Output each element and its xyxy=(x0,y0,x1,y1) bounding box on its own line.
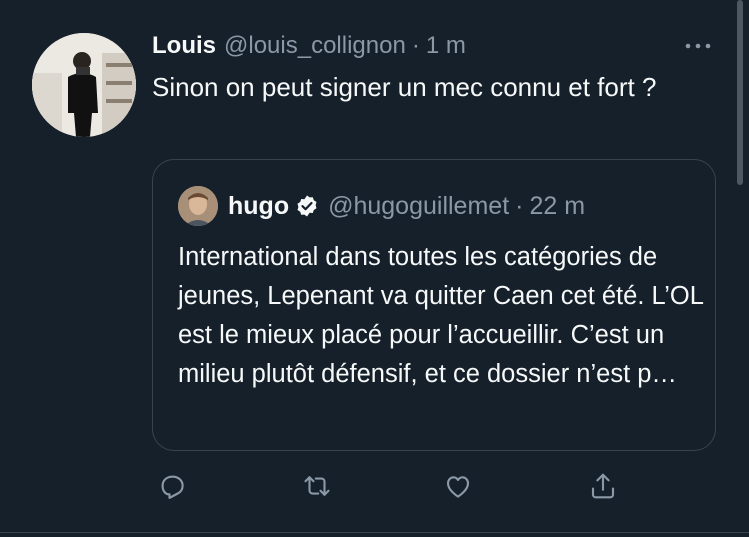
tweet-text: Sinon on peut signer un mec connu et for… xyxy=(152,72,657,102)
scrollbar[interactable] xyxy=(737,0,743,185)
separator-dot: · xyxy=(515,191,524,220)
share-button[interactable] xyxy=(583,466,623,506)
divider xyxy=(0,532,749,533)
more-horizontal-icon xyxy=(685,43,711,49)
retweet-icon xyxy=(304,476,330,496)
user-photo-avatar xyxy=(178,186,218,226)
quoted-tweet-text: International dans toutes les catégories… xyxy=(178,243,704,388)
quoted-author-name[interactable]: hugo xyxy=(228,192,289,221)
quoted-tweet-header: hugo @hugoguillemet · 22 m xyxy=(228,188,585,224)
like-button[interactable] xyxy=(438,466,478,506)
quoted-tweet-time[interactable]: 22 m xyxy=(529,192,585,221)
tweet-actions xyxy=(0,466,749,506)
retweet-button[interactable] xyxy=(297,466,337,506)
quoted-author-avatar[interactable] xyxy=(178,186,218,226)
author-name[interactable]: Louis xyxy=(152,32,216,60)
reply-button[interactable] xyxy=(152,466,192,506)
tweet-time[interactable]: 1 m xyxy=(426,32,466,60)
author-handle[interactable]: @louis_collignon xyxy=(224,32,406,60)
quoted-tweet[interactable]: hugo @hugoguillemet · 22 m International… xyxy=(152,159,716,451)
like-icon xyxy=(446,476,470,498)
tweet-header: Louis @louis_collignon · 1 m xyxy=(152,30,466,62)
user-photo-avatar xyxy=(32,33,136,137)
separator-dot: · xyxy=(411,32,420,59)
quoted-author-handle[interactable]: @hugoguillemet xyxy=(328,192,509,221)
verified-badge-icon xyxy=(297,195,317,217)
reply-icon xyxy=(161,475,184,499)
author-avatar[interactable] xyxy=(32,33,136,137)
share-icon xyxy=(591,473,615,499)
more-options-button[interactable] xyxy=(683,37,713,55)
